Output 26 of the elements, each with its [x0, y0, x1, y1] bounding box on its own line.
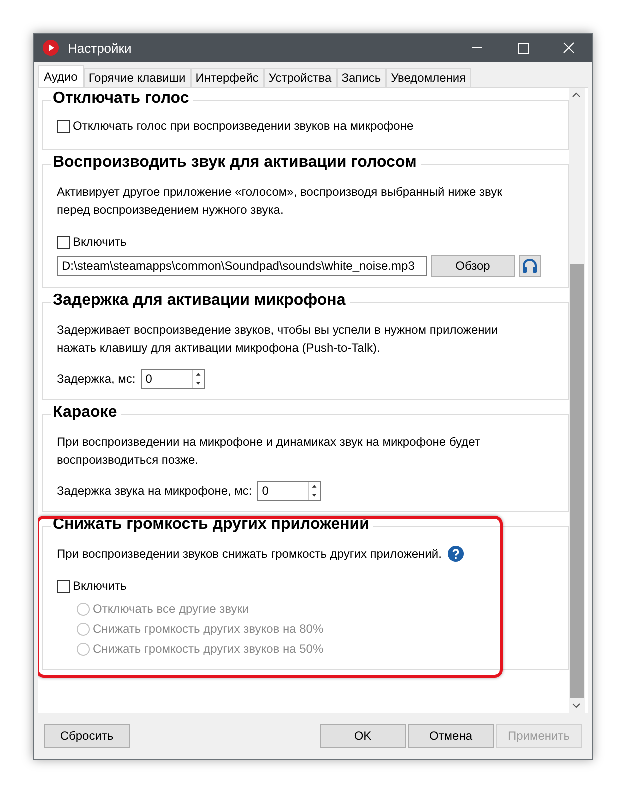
browse-button[interactable]: Обзор	[431, 255, 515, 277]
tab[interactable]: Уведомления	[386, 68, 472, 87]
field-label: Задержка звука на микрофоне, мс:	[57, 484, 252, 498]
field-label: Задержка, мс:	[57, 372, 136, 386]
tab[interactable]: Интерфейс	[190, 68, 264, 87]
description-text: При воспроизведении звуков снижать громкость других приложений.	[57, 546, 442, 563]
checkbox-label[interactable]: Отключать голос при воспроизведении звуков на микрофоне	[73, 119, 414, 133]
group-title: Задержка для активации микрофона	[51, 291, 350, 311]
dialog-button[interactable]: OK	[320, 724, 406, 748]
tab[interactable]: Запись	[336, 68, 386, 87]
tab[interactable]: Аудио	[38, 65, 84, 87]
description-text: Активирует другое приложение «голосом», воспроизводя выбранный ниже звук перед воспроизведением нужного звука.	[57, 184, 504, 219]
tab[interactable]: Горячие клавиши	[84, 68, 191, 87]
number-spinner[interactable]: 0	[257, 481, 322, 501]
window-title: Настройки	[68, 40, 133, 56]
checkbox-label[interactable]: Включить	[73, 579, 127, 593]
tab[interactable]: Устройства	[264, 68, 337, 87]
description-text: При воспроизведении на микрофоне и динамиках звук на микрофоне будет воспроизводиться позже.	[57, 434, 482, 469]
file-path-field[interactable]: D:\steam\steamapps\common\Soundpad\sounds\white_noise.mp3	[57, 256, 427, 276]
dialog-button[interactable]: Отмена	[408, 724, 494, 748]
number-spinner[interactable]: 0	[140, 369, 205, 389]
group-title: Караоке	[51, 403, 122, 423]
checkbox-label[interactable]: Включить	[73, 235, 127, 249]
description-text: Задерживает воспроизведение звуков, чтобы вы успели в нужном приложении нажать клавишу для активации микрофона (Push-to-Talk).	[57, 322, 500, 357]
group-title: Воспроизводить звук для активации голосом	[51, 153, 421, 173]
reset-button[interactable]: Сбросить	[44, 724, 130, 748]
